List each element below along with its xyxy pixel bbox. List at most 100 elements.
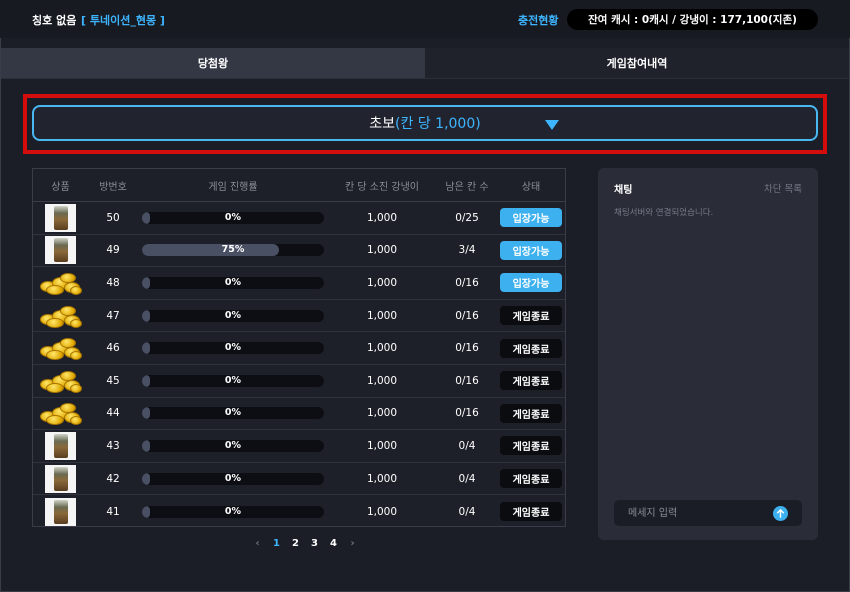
progress-label: 0% — [224, 309, 242, 321]
level-select[interactable]: 초보 (칸 당 1,000) — [32, 105, 818, 141]
status-cell: 게임종료 — [498, 306, 564, 326]
col-header-status: 상태 — [521, 181, 541, 193]
chat-title: 채팅 — [614, 185, 633, 196]
table-row: 48 0% 1,000 0/16 입장가능 — [33, 267, 565, 300]
progress-bar: 0% — [142, 374, 324, 387]
send-button[interactable] — [773, 506, 788, 521]
progress-label: 0% — [224, 342, 242, 354]
enter-room-button[interactable]: 입장가능 — [500, 208, 562, 228]
drink-can-icon — [45, 497, 76, 526]
status-cell: 게임종료 — [498, 403, 564, 423]
remaining-cells: 0/4 — [458, 439, 476, 452]
status-cell: 입장가능 — [498, 273, 564, 293]
cost-per-cell: 1,000 — [366, 342, 398, 355]
tab-bar: 당첨왕 게임참여내역 — [1, 48, 849, 79]
page-3[interactable]: 3 — [305, 538, 324, 549]
progress-cell: 75% — [138, 244, 328, 257]
chat-panel: 채팅 차단 목록 채팅서버와 연결되었습니다. — [598, 168, 818, 540]
table-row: 46 0% 1,000 0/16 게임종료 — [33, 332, 565, 365]
next-page-icon[interactable]: › — [343, 538, 362, 549]
room-number: 45 — [106, 374, 120, 387]
remaining-cells: 0/16 — [455, 309, 479, 322]
user-name[interactable]: [ 투네이션_현몽 ] — [81, 12, 165, 28]
balance-display: 잔여 캐시 : 0캐시 / 강냉이 : 177,100(지존) — [567, 9, 818, 30]
page-1[interactable]: 1 — [267, 538, 286, 549]
room-number: 50 — [106, 211, 120, 224]
drink-can-icon — [45, 464, 76, 493]
room-number: 44 — [106, 407, 120, 420]
status-cell: 게임종료 — [498, 338, 564, 358]
remaining-cells: 0/16 — [455, 374, 479, 387]
gold-coins-icon — [39, 336, 82, 361]
product-cell — [33, 203, 88, 232]
page-2[interactable]: 2 — [286, 538, 305, 549]
progress-bar: 0% — [142, 472, 324, 485]
product-cell — [33, 369, 88, 393]
progress-label: 75% — [221, 244, 245, 256]
table-row: 42 0% 1,000 0/4 게임종료 — [33, 463, 565, 496]
progress-label: 0% — [224, 276, 242, 288]
progress-cell: 0% — [138, 211, 328, 224]
arrow-up-icon — [776, 509, 785, 518]
progress-bar: 0% — [142, 276, 324, 289]
drink-can-icon — [45, 203, 76, 232]
status-cell: 게임종료 — [498, 469, 564, 489]
progress-label: 0% — [224, 472, 242, 484]
tab-game-history[interactable]: 게임참여내역 — [425, 48, 849, 78]
table-row: 44 0% 1,000 0/16 게임종료 — [33, 398, 565, 431]
status-cell: 입장가능 — [498, 240, 564, 260]
room-table: 상품 방번호 게임 진행률 칸 당 소진 강냉이 남은 칸 수 상태 50 0% 1… — [32, 168, 566, 527]
progress-bar: 0% — [142, 309, 324, 322]
game-ended-badge: 게임종료 — [500, 403, 562, 423]
chat-input-wrap — [614, 500, 802, 526]
product-cell — [33, 271, 88, 295]
product-cell — [33, 304, 88, 328]
progress-cell: 0% — [138, 374, 328, 387]
col-header-cost: 칸 당 소진 강냉이 — [345, 181, 419, 193]
progress-label: 0% — [224, 374, 242, 386]
gold-coins-icon — [39, 369, 82, 393]
room-number: 49 — [106, 244, 120, 257]
room-number: 42 — [106, 472, 120, 485]
enter-room-button[interactable]: 입장가능 — [500, 240, 562, 260]
cost-per-cell: 1,000 — [366, 472, 398, 485]
progress-cell: 0% — [138, 342, 328, 355]
prev-page-icon[interactable]: ‹ — [248, 538, 267, 549]
cost-per-cell: 1,000 — [366, 276, 398, 289]
game-ended-badge: 게임종료 — [500, 371, 562, 391]
cost-per-cell: 1,000 — [366, 374, 398, 387]
gold-coins-icon — [39, 304, 82, 328]
chat-input[interactable] — [614, 500, 764, 526]
table-row: 43 0% 1,000 0/4 게임종료 — [33, 430, 565, 463]
gold-coins-icon — [39, 271, 82, 295]
user-rank: 칭호 없음 — [32, 14, 77, 27]
block-list-button[interactable]: 차단 목록 — [764, 181, 802, 195]
room-number: 46 — [106, 342, 120, 355]
charge-status-link[interactable]: 충전현황 — [518, 12, 558, 28]
table-row: 47 0% 1,000 0/16 게임종료 — [33, 300, 565, 333]
enter-room-button[interactable]: 입장가능 — [500, 273, 562, 293]
product-cell — [33, 497, 88, 526]
remaining-cells: 0/4 — [458, 472, 476, 485]
room-number: 47 — [106, 309, 120, 322]
cost-per-cell: 1,000 — [366, 505, 398, 518]
tab-winners[interactable]: 당첨왕 — [1, 48, 425, 78]
col-header-product: 상품 — [51, 181, 70, 193]
progress-cell: 0% — [138, 505, 328, 518]
progress-cell: 0% — [138, 439, 328, 452]
game-ended-badge: 게임종료 — [500, 469, 562, 489]
table-row: 45 0% 1,000 0/16 게임종료 — [33, 365, 565, 398]
status-cell: 게임종료 — [498, 502, 564, 522]
remaining-cells: 0/4 — [458, 505, 476, 518]
remaining-cells: 0/25 — [455, 211, 479, 224]
progress-cell: 0% — [138, 309, 328, 322]
table-header: 상품 방번호 게임 진행률 칸 당 소진 강냉이 남은 칸 수 상태 — [33, 169, 565, 202]
gold-coins-icon — [39, 401, 82, 426]
top-bar: 칭호 없음 [ 투네이션_현몽 ] 충전현황 잔여 캐시 : 0캐시 / 강냉이… — [0, 0, 850, 38]
page-4[interactable]: 4 — [324, 538, 343, 549]
remaining-cells: 0/16 — [455, 407, 479, 420]
cost-per-cell: 1,000 — [366, 407, 398, 420]
progress-bar: 0% — [142, 407, 324, 420]
status-cell: 게임종료 — [498, 436, 564, 456]
cost-per-cell: 1,000 — [366, 244, 398, 257]
